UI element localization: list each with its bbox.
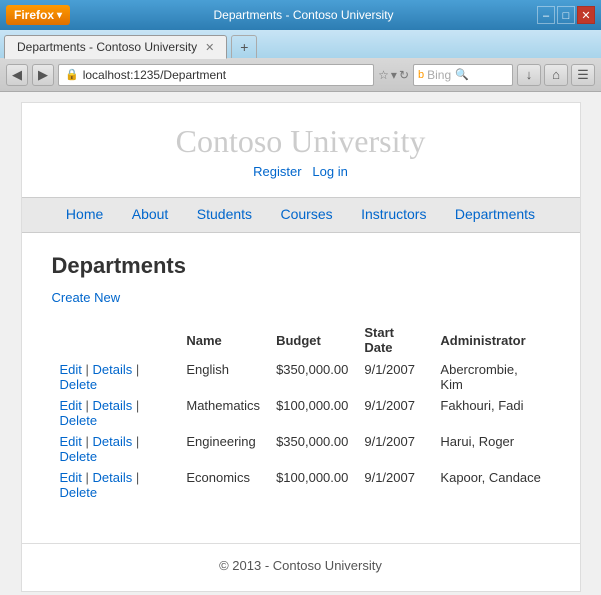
row-actions: Edit | Details | Delete <box>52 467 179 503</box>
titlebar-left: Firefox <box>6 5 70 25</box>
delete-link-1[interactable]: Delete <box>60 413 98 428</box>
site-footer: © 2013 - Contoso University <box>22 543 580 587</box>
table-row: Edit | Details | Delete Economics $100,0… <box>52 467 550 503</box>
new-tab-button[interactable]: + <box>231 35 257 58</box>
back-button[interactable]: ◀ <box>6 64 28 86</box>
row-name: Engineering <box>178 431 268 467</box>
login-link[interactable]: Log in <box>312 164 347 179</box>
delete-link-0[interactable]: Delete <box>60 377 98 392</box>
active-tab[interactable]: Departments - Contoso University ✕ <box>4 35 227 59</box>
row-start-date: 9/1/2007 <box>356 467 432 503</box>
download-button[interactable]: ↓ <box>517 64 541 86</box>
url-bar[interactable]: 🔒 localhost:1235/Department <box>58 64 374 86</box>
row-admin: Kapoor, Candace <box>432 467 549 503</box>
page-heading: Departments <box>52 253 550 279</box>
site-nav: Home About Students Courses Instructors … <box>22 197 580 233</box>
delete-link-2[interactable]: Delete <box>60 449 98 464</box>
row-budget: $350,000.00 <box>268 359 356 395</box>
page-content: Contoso University Register Log in Home … <box>0 92 601 595</box>
row-name: English <box>178 359 268 395</box>
row-admin: Abercrombie, Kim <box>432 359 549 395</box>
table-row: Edit | Details | Delete Mathematics $100… <box>52 395 550 431</box>
footer-text: © 2013 - Contoso University <box>219 558 382 573</box>
url-lock-icon: 🔒 <box>65 68 79 81</box>
tab-close-icon[interactable]: ✕ <box>205 41 214 54</box>
search-placeholder: Bing <box>427 68 451 82</box>
delete-link-3[interactable]: Delete <box>60 485 98 500</box>
main-content: Departments Create New Name Budget Start… <box>22 233 580 523</box>
titlebar: Firefox Departments - Contoso University… <box>0 0 601 30</box>
col-start-date: Start Date <box>356 321 432 359</box>
forward-button[interactable]: ▶ <box>32 64 54 86</box>
refresh-icon[interactable]: ↻ <box>399 68 409 82</box>
edit-link-2[interactable]: Edit <box>60 434 82 449</box>
nav-instructors[interactable]: Instructors <box>361 206 426 222</box>
edit-link-3[interactable]: Edit <box>60 470 82 485</box>
table-row: Edit | Details | Delete Engineering $350… <box>52 431 550 467</box>
site-header: Contoso University Register Log in <box>22 103 580 197</box>
menu-button[interactable]: ☰ <box>571 64 595 86</box>
tab-label: Departments - Contoso University <box>17 40 197 54</box>
details-link-2[interactable]: Details <box>93 434 133 449</box>
row-actions: Edit | Details | Delete <box>52 359 179 395</box>
row-budget: $100,000.00 <box>268 395 356 431</box>
bookmark-down-icon[interactable]: ▾ <box>391 68 397 82</box>
window-title: Departments - Contoso University <box>213 8 393 22</box>
nav-home[interactable]: Home <box>66 206 103 222</box>
maximize-button[interactable]: □ <box>557 6 575 24</box>
nav-courses[interactable]: Courses <box>281 206 333 222</box>
row-actions: Edit | Details | Delete <box>52 431 179 467</box>
bookmark-icon[interactable]: ☆ <box>378 68 389 82</box>
url-text: localhost:1235/Department <box>83 68 226 82</box>
row-start-date: 9/1/2007 <box>356 395 432 431</box>
create-new-link[interactable]: Create New <box>52 290 121 305</box>
row-actions: Edit | Details | Delete <box>52 395 179 431</box>
bing-icon: b <box>418 69 424 81</box>
firefox-menu-button[interactable]: Firefox <box>6 5 70 25</box>
close-button[interactable]: ✕ <box>577 6 595 24</box>
nav-about[interactable]: About <box>132 206 169 222</box>
url-action-icons: ☆ ▾ ↻ <box>378 68 409 82</box>
row-start-date: 9/1/2007 <box>356 431 432 467</box>
edit-link-1[interactable]: Edit <box>60 398 82 413</box>
edit-link-0[interactable]: Edit <box>60 362 82 377</box>
nav-departments[interactable]: Departments <box>455 206 535 222</box>
col-name: Name <box>178 321 268 359</box>
col-budget: Budget <box>268 321 356 359</box>
row-admin: Fakhouri, Fadi <box>432 395 549 431</box>
row-name: Economics <box>178 467 268 503</box>
departments-table: Name Budget Start Date Administrator Edi… <box>52 321 550 503</box>
row-name: Mathematics <box>178 395 268 431</box>
details-link-0[interactable]: Details <box>93 362 133 377</box>
details-link-3[interactable]: Details <box>93 470 133 485</box>
row-budget: $350,000.00 <box>268 431 356 467</box>
row-start-date: 9/1/2007 <box>356 359 432 395</box>
minimize-button[interactable]: – <box>537 6 555 24</box>
search-box[interactable]: b Bing 🔍 <box>413 64 513 86</box>
site-title: Contoso University <box>32 123 570 160</box>
details-link-1[interactable]: Details <box>93 398 133 413</box>
toolbar-buttons: ↓ ⌂ ☰ <box>517 64 595 86</box>
page-inner: Contoso University Register Log in Home … <box>21 102 581 592</box>
browser-window: Firefox Departments - Contoso University… <box>0 0 601 595</box>
col-actions <box>52 321 179 359</box>
tabbar: Departments - Contoso University ✕ + <box>0 30 601 58</box>
home-button[interactable]: ⌂ <box>544 64 568 86</box>
table-row: Edit | Details | Delete English $350,000… <box>52 359 550 395</box>
nav-students[interactable]: Students <box>197 206 252 222</box>
site-auth: Register Log in <box>32 164 570 179</box>
addressbar: ◀ ▶ 🔒 localhost:1235/Department ☆ ▾ ↻ b … <box>0 58 601 92</box>
row-budget: $100,000.00 <box>268 467 356 503</box>
row-admin: Harui, Roger <box>432 431 549 467</box>
window-controls: – □ ✕ <box>537 6 595 24</box>
register-link[interactable]: Register <box>253 164 301 179</box>
search-icon[interactable]: 🔍 <box>455 68 469 81</box>
col-admin: Administrator <box>432 321 549 359</box>
